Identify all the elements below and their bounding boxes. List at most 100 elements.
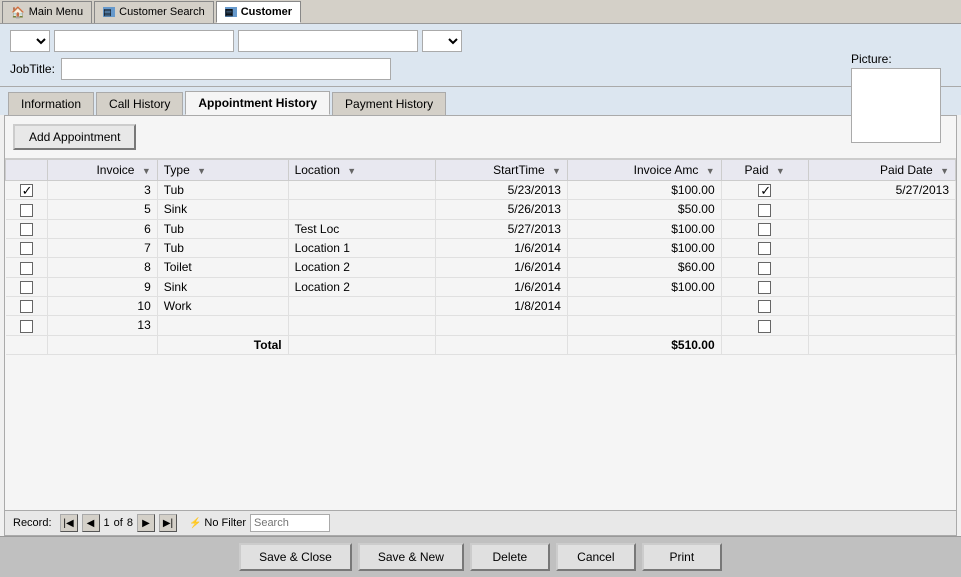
row-select-checkbox[interactable] — [20, 184, 33, 197]
search-input[interactable] — [250, 514, 330, 532]
paid-checkbox[interactable] — [758, 300, 771, 313]
tab-bar: 🏠 Main Menu ▤ Customer Search ▤ Customer — [0, 0, 961, 24]
table-row[interactable]: 9 Sink Location 2 1/6/2014 $100.00 — [6, 277, 956, 296]
jobtitle-field[interactable] — [61, 58, 391, 80]
tab-main-menu-label: Main Menu — [29, 6, 83, 18]
title-select[interactable] — [10, 30, 50, 52]
row-invoice: 8 — [47, 258, 157, 277]
row-invoiceamt: $60.00 — [567, 258, 721, 277]
table-row[interactable]: 5 Sink 5/26/2013 $50.00 — [6, 200, 956, 219]
add-appointment-button[interactable]: Add Appointment — [13, 124, 136, 150]
row-select-cell — [6, 238, 48, 257]
row-location — [288, 316, 435, 335]
row-select-cell — [6, 277, 48, 296]
row-select-checkbox[interactable] — [20, 281, 33, 294]
row-select-checkbox[interactable] — [20, 204, 33, 217]
col-header-paiddate[interactable]: Paid Date ▼ — [808, 160, 955, 181]
row-paid[interactable] — [721, 238, 808, 257]
nav-next-button[interactable]: ▶ — [137, 514, 155, 532]
col-header-paid[interactable]: Paid ▼ — [721, 160, 808, 181]
table-row[interactable]: 10 Work 1/8/2014 — [6, 296, 956, 315]
table-row[interactable]: 13 — [6, 316, 956, 335]
col-header-type[interactable]: Type ▼ — [157, 160, 288, 181]
save-new-button[interactable]: Save & New — [358, 543, 464, 571]
record-nav: Record: |◀ ◀ 1 of 8 ▶ ▶| ⚡ No Filter — [5, 510, 956, 535]
row-starttime — [435, 316, 567, 335]
row-paid[interactable] — [721, 316, 808, 335]
row-paid[interactable] — [721, 296, 808, 315]
row-select-checkbox[interactable] — [20, 242, 33, 255]
tab-main-menu[interactable]: 🏠 Main Menu — [2, 1, 92, 23]
nav-last-button[interactable]: ▶| — [159, 514, 177, 532]
row-type: Work — [157, 296, 288, 315]
row-invoiceamt: $100.00 — [567, 219, 721, 238]
row-type: Tub — [157, 238, 288, 257]
row-invoiceamt: $100.00 — [567, 238, 721, 257]
row-invoice: 6 — [47, 219, 157, 238]
row-select-cell — [6, 296, 48, 315]
row-select-checkbox[interactable] — [20, 262, 33, 275]
paiddate-sort-icon: ▼ — [940, 166, 949, 176]
row-type: Toilet — [157, 258, 288, 277]
add-appointment-bar: Add Appointment — [5, 116, 956, 159]
tab-information[interactable]: Information — [8, 92, 94, 115]
row-starttime: 1/6/2014 — [435, 277, 567, 296]
tab-appointment-history[interactable]: Appointment History — [185, 91, 330, 115]
nav-prev-button[interactable]: ◀ — [82, 514, 100, 532]
row-invoiceamt: $100.00 — [567, 277, 721, 296]
tab-call-history[interactable]: Call History — [96, 92, 183, 115]
col-header-starttime[interactable]: StartTime ▼ — [435, 160, 567, 181]
row-paiddate: 5/27/2013 — [808, 181, 955, 200]
nav-first-button[interactable]: |◀ — [60, 514, 78, 532]
row-select-checkbox[interactable] — [20, 300, 33, 313]
col-header-location[interactable]: Location ▼ — [288, 160, 435, 181]
last-name-field[interactable]: Customer — [238, 30, 418, 52]
row-paid[interactable] — [721, 277, 808, 296]
row-paiddate — [808, 238, 955, 257]
paid-checkbox[interactable] — [758, 320, 771, 333]
tab-customer-search[interactable]: ▤ Customer Search — [94, 1, 214, 23]
row-invoice: 13 — [47, 316, 157, 335]
person-icon: ▤ — [225, 7, 237, 17]
suffix-select[interactable] — [422, 30, 462, 52]
delete-button[interactable]: Delete — [470, 543, 550, 571]
row-select-cell — [6, 219, 48, 238]
table-row[interactable]: 8 Toilet Location 2 1/6/2014 $60.00 — [6, 258, 956, 277]
first-name-field[interactable]: Test — [54, 30, 234, 52]
row-starttime: 1/6/2014 — [435, 238, 567, 257]
total-label: Total — [157, 335, 288, 354]
col-header-invoice[interactable]: Invoice ▼ — [47, 160, 157, 181]
print-button[interactable]: Print — [642, 543, 722, 571]
paid-sort-icon: ▼ — [776, 166, 785, 176]
cancel-button[interactable]: Cancel — [556, 543, 636, 571]
row-select-checkbox[interactable] — [20, 320, 33, 333]
paid-checkbox[interactable] — [758, 184, 771, 197]
paid-checkbox[interactable] — [758, 223, 771, 236]
row-type: Sink — [157, 277, 288, 296]
tab-customer[interactable]: ▤ Customer — [216, 1, 301, 23]
paid-checkbox[interactable] — [758, 242, 771, 255]
row-paid[interactable] — [721, 219, 808, 238]
main-window: Test Customer JobTitle: Picture: Informa… — [0, 24, 961, 577]
col-header-invoiceamt[interactable]: Invoice Amc ▼ — [567, 160, 721, 181]
row-invoiceamt — [567, 316, 721, 335]
row-starttime: 1/8/2014 — [435, 296, 567, 315]
paid-checkbox[interactable] — [758, 262, 771, 275]
row-paiddate — [808, 296, 955, 315]
row-select-checkbox[interactable] — [20, 223, 33, 236]
row-paid[interactable] — [721, 258, 808, 277]
save-close-button[interactable]: Save & Close — [239, 543, 352, 571]
table-row[interactable]: 3 Tub 5/23/2013 $100.00 5/27/2013 — [6, 181, 956, 200]
paid-checkbox[interactable] — [758, 204, 771, 217]
row-paid[interactable] — [721, 181, 808, 200]
home-icon: 🏠 — [11, 6, 25, 19]
table-row[interactable]: 7 Tub Location 1 1/6/2014 $100.00 — [6, 238, 956, 257]
paid-checkbox[interactable] — [758, 281, 771, 294]
row-paid[interactable] — [721, 200, 808, 219]
row-starttime: 1/6/2014 — [435, 258, 567, 277]
row-invoiceamt — [567, 296, 721, 315]
tab-payment-history[interactable]: Payment History — [332, 92, 446, 115]
row-starttime: 5/23/2013 — [435, 181, 567, 200]
table-row[interactable]: 6 Tub Test Loc 5/27/2013 $100.00 — [6, 219, 956, 238]
total-amount: $510.00 — [567, 335, 721, 354]
